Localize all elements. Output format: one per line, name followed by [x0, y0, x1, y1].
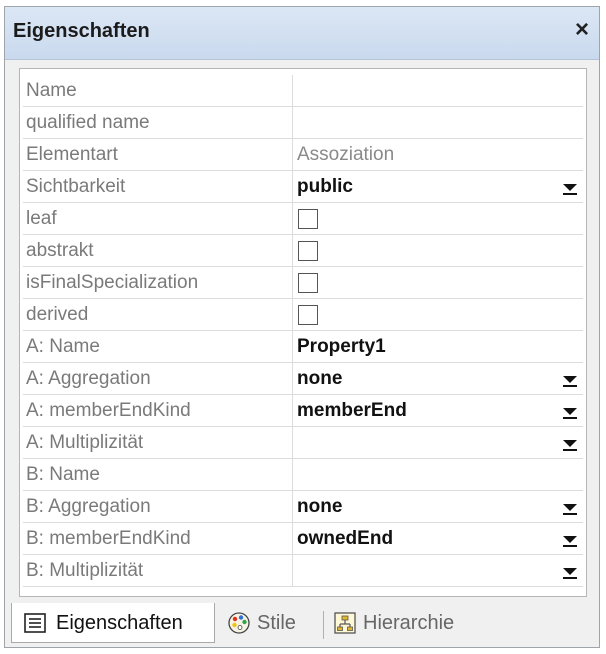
panel-title: Eigenschaften: [13, 20, 150, 42]
property-label: derived: [23, 299, 293, 330]
properties-list-icon: [24, 613, 46, 633]
tab-eigenschaften-label: Eigenschaften: [56, 612, 183, 634]
property-row: qualified name: [23, 107, 583, 139]
dropdown-arrow-underline: [563, 385, 577, 387]
property-value-readonly: Assoziation: [297, 144, 395, 165]
property-dropdown[interactable]: ownedEnd: [297, 523, 583, 554]
property-label: Elementart: [23, 139, 293, 170]
dropdown-arrow-underline: [563, 545, 577, 547]
property-row: abstrakt: [23, 235, 583, 267]
property-dropdown[interactable]: public: [297, 171, 583, 202]
tab-hierarchie-label: Hierarchie: [363, 612, 455, 634]
property-row: B: Multiplizität: [23, 555, 583, 587]
property-label: leaf: [23, 203, 293, 234]
property-checkbox[interactable]: [298, 273, 318, 293]
property-label: B: Name: [23, 459, 293, 490]
property-dropdown[interactable]: memberEnd: [297, 395, 583, 426]
property-value-field[interactable]: [297, 459, 583, 490]
dropdown-arrow-icon[interactable]: [563, 440, 577, 447]
property-label: A: Aggregation: [23, 363, 293, 394]
property-row: B: Name: [23, 459, 583, 491]
tab-stile-label: Stile: [257, 612, 296, 634]
dropdown-arrow-icon[interactable]: [563, 408, 577, 415]
close-icon[interactable]: ×: [575, 16, 589, 44]
property-row: B: Aggregation none: [23, 491, 583, 523]
panel-title-bar: Eigenschaften ×: [5, 7, 599, 60]
property-label: isFinalSpecialization: [23, 267, 293, 298]
palette-icon: [228, 612, 250, 634]
property-row: A: Aggregation none: [23, 363, 583, 395]
dropdown-arrow-icon[interactable]: [563, 504, 577, 511]
property-label: A: Multiplizität: [23, 427, 293, 458]
dropdown-arrow-underline: [563, 193, 577, 195]
property-row: leaf: [23, 203, 583, 235]
property-label: Sichtbarkeit: [23, 171, 293, 202]
properties-panel: Eigenschaften × Name qualified name Elemen…: [4, 6, 600, 648]
hierarchy-icon: [334, 612, 356, 634]
property-row: derived: [23, 299, 583, 331]
dropdown-arrow-icon[interactable]: [563, 376, 577, 383]
property-checkbox[interactable]: [298, 209, 318, 229]
dropdown-arrow-icon[interactable]: [563, 184, 577, 191]
property-value-field[interactable]: Property1: [297, 331, 583, 362]
property-row: B: memberEndKind ownedEnd: [23, 523, 583, 555]
dropdown-arrow-underline: [563, 513, 577, 515]
dropdown-arrow-underline: [563, 577, 577, 579]
property-label: A: memberEndKind: [23, 395, 293, 426]
dropdown-arrow-underline: [563, 449, 577, 451]
property-row: Elementart Assoziation: [23, 139, 583, 171]
property-value-field[interactable]: [297, 107, 583, 138]
property-row: A: memberEndKind memberEnd: [23, 395, 583, 427]
property-row: isFinalSpecialization: [23, 267, 583, 299]
property-row: A: Multiplizität: [23, 427, 583, 459]
tab-stile[interactable]: Stile: [223, 603, 319, 643]
tab-bar: Eigenschaften Stile Hierarchie: [5, 597, 599, 647]
property-dropdown[interactable]: [297, 427, 583, 458]
tab-hierarchie[interactable]: Hierarchie: [329, 603, 489, 643]
property-checkbox[interactable]: [298, 305, 318, 325]
property-row: A: Name Property1: [23, 331, 583, 363]
property-label: abstrakt: [23, 235, 293, 266]
property-label: B: memberEndKind: [23, 523, 293, 554]
property-grid: Name qualified name Elementart Assoziation S…: [19, 68, 587, 597]
property-row: Name: [23, 75, 583, 107]
dropdown-arrow-icon[interactable]: [563, 568, 577, 575]
property-dropdown[interactable]: none: [297, 491, 583, 522]
property-value-field[interactable]: [297, 75, 583, 106]
property-row: Sichtbarkeit public: [23, 171, 583, 203]
property-checkbox[interactable]: [298, 241, 318, 261]
property-label: Name: [23, 75, 293, 106]
dropdown-arrow-icon[interactable]: [563, 536, 577, 543]
property-dropdown[interactable]: [297, 555, 583, 586]
property-label: qualified name: [23, 107, 293, 138]
dropdown-arrow-underline: [563, 417, 577, 419]
property-label: B: Multiplizität: [23, 555, 293, 586]
tab-separator: [323, 611, 324, 639]
property-dropdown[interactable]: none: [297, 363, 583, 394]
property-label: A: Name: [23, 331, 293, 362]
property-label: B: Aggregation: [23, 491, 293, 522]
tab-eigenschaften[interactable]: Eigenschaften: [11, 603, 215, 643]
